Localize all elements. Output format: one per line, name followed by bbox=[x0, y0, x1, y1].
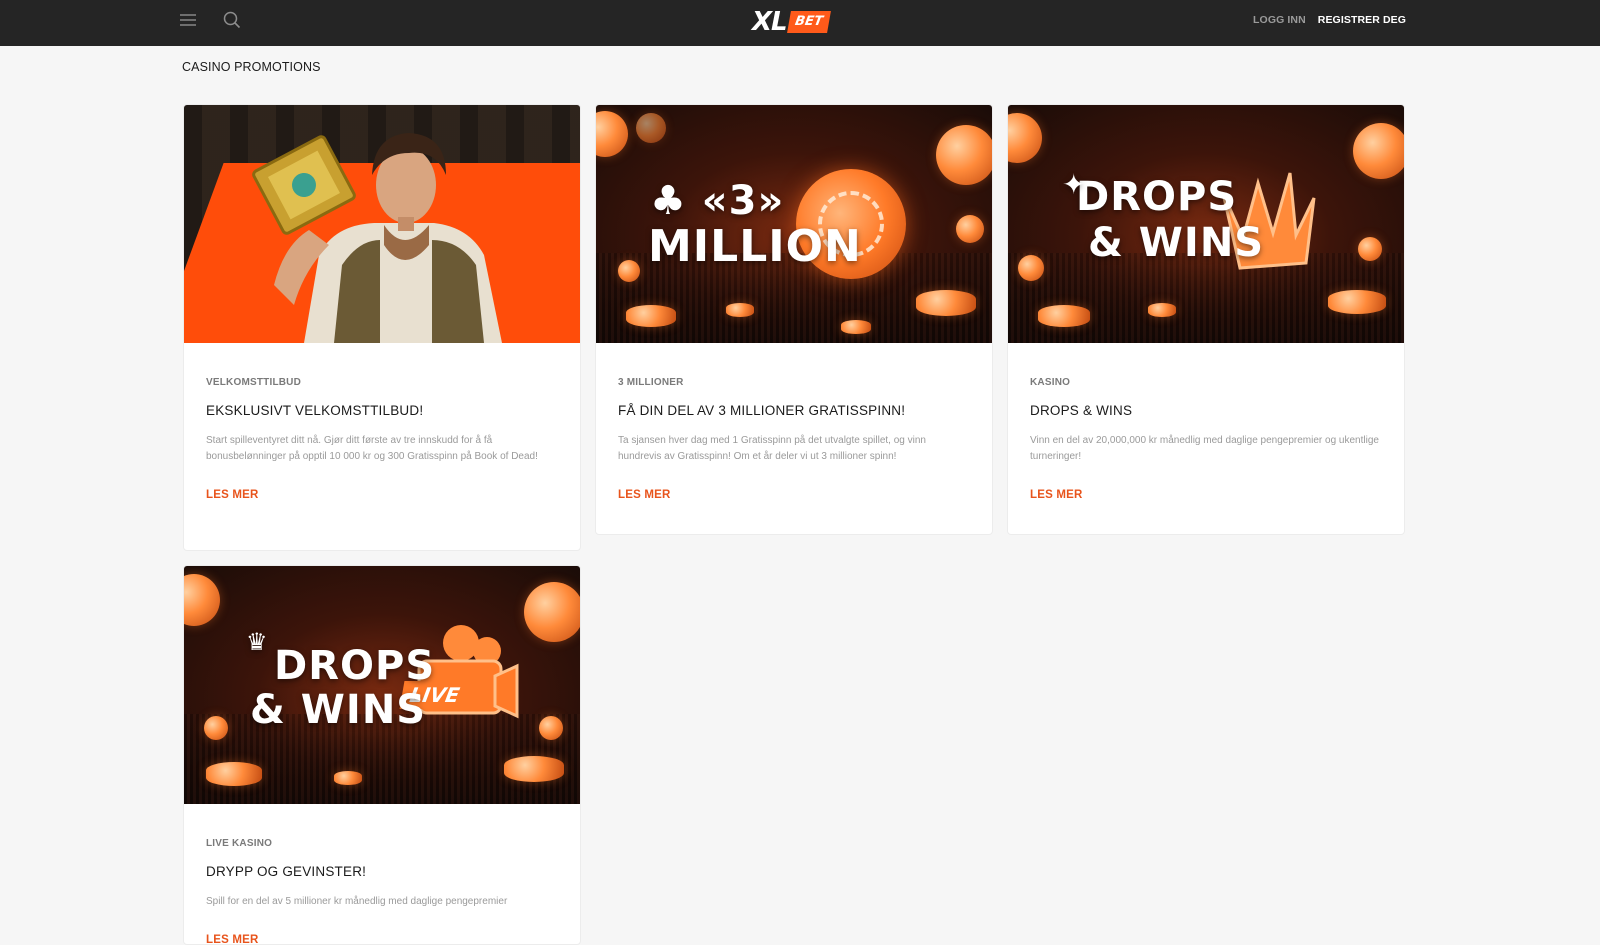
promo-banner-welcome[interactable] bbox=[184, 105, 580, 343]
search-icon[interactable] bbox=[223, 11, 245, 33]
promo-title: FÅ DIN DEL AV 3 MILLIONER GRATISSPINN! bbox=[618, 403, 906, 418]
auth-links: LOGG INN REGISTRER DEG bbox=[1253, 14, 1406, 26]
promo-category: 3 MILLIONER bbox=[618, 377, 684, 388]
crown-small-icon: ♛ bbox=[246, 628, 269, 656]
promo-banner-3-million[interactable]: ♣ «3» MILLION bbox=[596, 105, 992, 343]
promo-description: Ta sjansen hver dag med 1 Gratisspinn på… bbox=[618, 435, 926, 462]
hamburger-menu-icon[interactable] bbox=[180, 13, 200, 33]
promo-description: Vinn en del av 20,000,000 kr månedlig me… bbox=[1030, 435, 1379, 462]
promo-category: VELKOMSTTILBUD bbox=[206, 377, 302, 388]
promo-card-drops-wins[interactable]: DROPS & WINS ✦ KASINO DROPS & WINS Vinn … bbox=[1007, 104, 1405, 535]
banner-line-2: & WINS bbox=[250, 687, 427, 733]
logo-xl-text: XL bbox=[752, 7, 788, 37]
promo-description: Spill for en del av 5 millioner kr måned… bbox=[206, 896, 508, 907]
promo-description: Start spilleventyret ditt nå. Gjør ditt … bbox=[206, 435, 538, 462]
promo-card-body: KASINO DROPS & WINS Vinn en del av 20,00… bbox=[1008, 343, 1404, 531]
promo-category: KASINO bbox=[1030, 377, 1071, 388]
banner-line-2: MILLION bbox=[648, 221, 862, 272]
login-link[interactable]: LOGG INN bbox=[1253, 14, 1306, 26]
promo-title: DRYPP OG GEVINSTER! bbox=[206, 864, 367, 879]
logo-bet-text: BET bbox=[786, 11, 831, 33]
read-more-link[interactable]: LES MER bbox=[1030, 489, 1083, 501]
promo-card-body: VELKOMSTTILBUD EKSKLUSIVT VELKOMSTTILBUD… bbox=[184, 343, 580, 531]
banner-line-1: DROPS bbox=[1076, 174, 1238, 220]
promo-card-live-drops-wins[interactable]: LIVE DROPS & WINS ♛ LIVE KASINO DRYPP OG… bbox=[183, 565, 581, 945]
banner-line-2: & WINS bbox=[1088, 220, 1265, 266]
promo-banner-live-drops-wins[interactable]: LIVE DROPS & WINS ♛ bbox=[184, 566, 580, 804]
promo-card-3-million[interactable]: ♣ «3» MILLION 3 MILLIONER FÅ DIN DEL AV … bbox=[595, 104, 993, 535]
read-more-link[interactable]: LES MER bbox=[206, 934, 259, 944]
promo-card-body: 3 MILLIONER FÅ DIN DEL AV 3 MILLIONER GR… bbox=[596, 343, 992, 531]
sparkle-icon: ✦ bbox=[1062, 168, 1087, 201]
brand-logo[interactable]: XL BET bbox=[752, 8, 844, 36]
banner-line-1: ♣ «3» bbox=[650, 178, 785, 224]
promo-banner-drops-wins[interactable]: DROPS & WINS ✦ bbox=[1008, 105, 1404, 343]
promo-category: LIVE KASINO bbox=[206, 838, 273, 849]
register-link[interactable]: REGISTRER DEG bbox=[1318, 14, 1406, 26]
page-title: CASINO PROMOTIONS bbox=[182, 60, 321, 74]
promo-card-body: LIVE KASINO DRYPP OG GEVINSTER! Spill fo… bbox=[184, 804, 580, 944]
promo-title: EKSKLUSIVT VELKOMSTTILBUD! bbox=[206, 403, 424, 418]
banner-line-1: DROPS bbox=[274, 643, 436, 689]
promo-card-welcome[interactable]: VELKOMSTTILBUD EKSKLUSIVT VELKOMSTTILBUD… bbox=[183, 104, 581, 551]
top-navigation-bar: XL BET LOGG INN REGISTRER DEG bbox=[0, 0, 1600, 46]
read-more-link[interactable]: LES MER bbox=[206, 489, 259, 501]
read-more-link[interactable]: LES MER bbox=[618, 489, 671, 501]
promo-title: DROPS & WINS bbox=[1030, 403, 1133, 418]
